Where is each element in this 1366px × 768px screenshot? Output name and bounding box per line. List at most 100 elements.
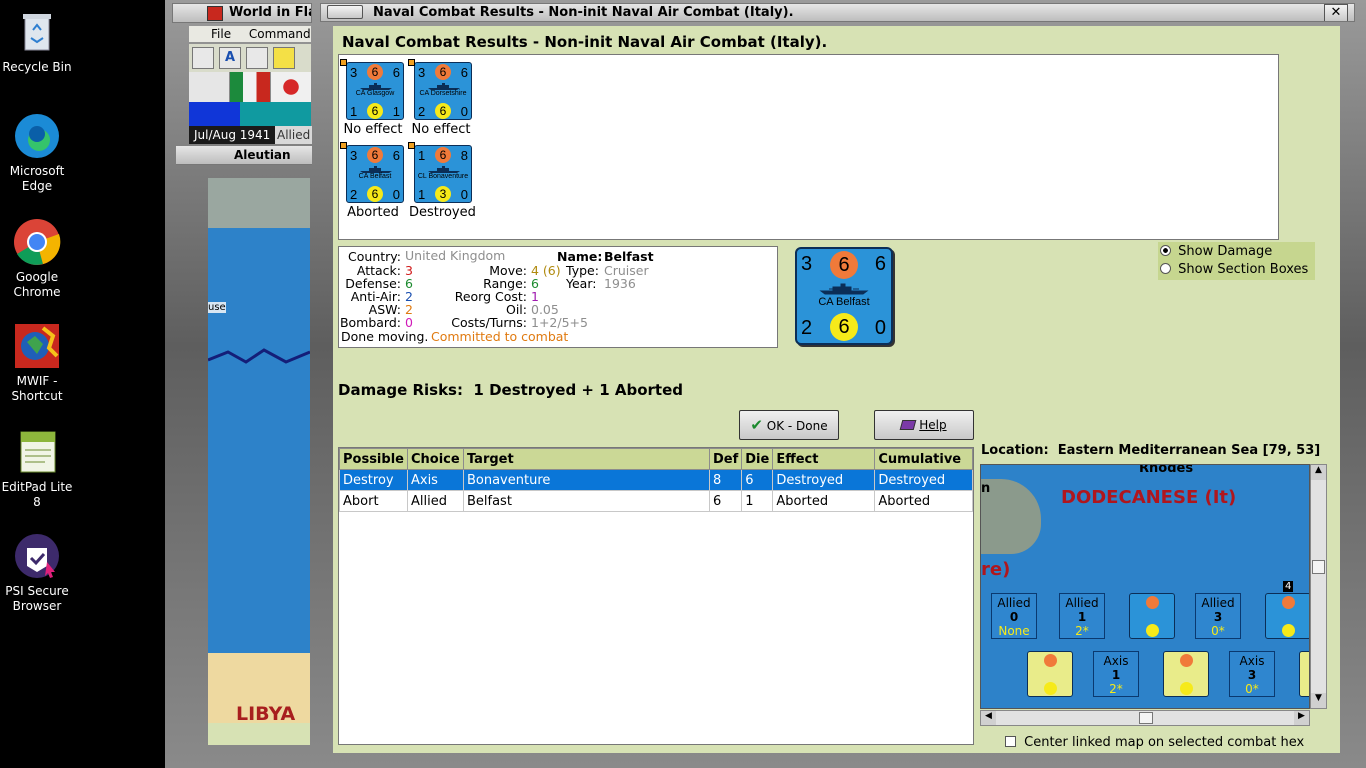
map-vertical-scrollbar[interactable]: ▲ ▼ <box>1310 464 1327 709</box>
main-window-title: World in Flames <box>229 5 311 20</box>
desktop-icon-recycle-bin[interactable]: Recycle Bin <box>0 8 74 75</box>
help-label: Help <box>919 418 947 432</box>
map-tool-icon[interactable] <box>273 47 295 69</box>
box-sub: 2* <box>1109 682 1123 696</box>
cell-choice[interactable]: Axis <box>406 469 464 491</box>
col-target[interactable]: Target <box>462 448 710 470</box>
allied-combat-box[interactable]: Allied 0 None <box>991 593 1037 639</box>
costs-value: 1+2/5+5 <box>531 315 588 330</box>
table-row[interactable]: Abort Allied Belfast 6 1 Aborted Aborted <box>339 490 973 512</box>
center-map-checkbox[interactable]: Center linked map on selected combat hex <box>1005 735 1304 750</box>
book-icon <box>900 420 917 430</box>
ok-done-button[interactable]: ✔ OK - Done <box>739 410 839 440</box>
box-number: 3 <box>1213 610 1223 624</box>
map-unit-counter[interactable] <box>1129 593 1175 639</box>
region-label: DODECANESE (It) <box>1061 487 1237 508</box>
desktop-icon-edge[interactable]: Microsoft Edge <box>0 112 74 194</box>
menu-file[interactable]: File <box>211 27 231 41</box>
help-button[interactable]: Help <box>874 410 974 440</box>
box-sub: 0* <box>1211 624 1225 638</box>
hscroll-thumb[interactable] <box>1139 712 1153 724</box>
bombard-label: Bombard: <box>339 315 401 330</box>
col-cumulative[interactable]: Cumulative <box>874 448 973 470</box>
desktop-icon-label: Microsoft Edge <box>9 164 65 193</box>
center-map-label: Center linked map on selected combat hex <box>1024 735 1305 750</box>
cell-effect: Destroyed <box>772 469 876 491</box>
col-def[interactable]: Def <box>708 448 743 470</box>
axis-combat-box[interactable]: Axis 1 2* <box>1093 651 1139 697</box>
desktop-icon-label: Google Chrome <box>13 270 61 299</box>
box-side: Allied <box>997 596 1031 610</box>
counter-defense: 6 <box>435 64 451 80</box>
unit-counter[interactable]: 3 6 6 CA Dorsetshire 2 6 0 <box>414 62 472 120</box>
counter-asw: 0 <box>874 317 886 339</box>
map-unit-counter[interactable] <box>1299 651 1309 697</box>
cell-die: 1 <box>741 490 774 512</box>
map-horizontal-scrollbar[interactable]: ◀ ▶ <box>980 710 1310 726</box>
box-sub: 0* <box>1245 682 1259 696</box>
col-choice[interactable]: Choice <box>406 448 464 470</box>
desktop-icon-label: Recycle Bin <box>2 60 72 74</box>
allied-flag-icon[interactable] <box>189 72 229 102</box>
show-damage-radio[interactable]: Show Damage <box>1160 244 1272 259</box>
background-map: use LIBYA <box>208 178 310 723</box>
unit-counter[interactable]: 3 6 6 CA Belfast 2 6 0 <box>346 145 404 203</box>
table-row[interactable]: Destroy Axis Bonaventure 8 6 Destroyed D… <box>339 469 973 491</box>
show-damage-label: Show Damage <box>1178 244 1273 259</box>
map-unit-counter[interactable] <box>1027 651 1073 697</box>
scroll-right-icon[interactable]: ▶ <box>1294 711 1309 725</box>
name-value: Belfast <box>604 249 654 264</box>
counter-anti-air: 1 <box>350 104 358 119</box>
desktop-icon-psi[interactable]: PSI Secure Browser <box>0 532 74 614</box>
dialog-titlebar[interactable]: Naval Combat Results - Non-init Naval Ai… <box>320 3 1355 22</box>
cell-possible: Abort <box>339 490 408 512</box>
col-die[interactable]: Die <box>741 448 774 470</box>
map-panel-titlebar[interactable]: Aleutian <box>176 146 312 165</box>
col-effect[interactable]: Effect <box>772 448 876 470</box>
counter-bottom-circle <box>1282 624 1295 637</box>
show-sections-radio[interactable]: Show Section Boxes <box>1160 262 1308 277</box>
flags-row <box>189 72 311 102</box>
allied-combat-box[interactable]: Allied 3 0* <box>1195 593 1241 639</box>
scroll-up-icon[interactable]: ▲ <box>1311 465 1326 480</box>
text-tool-icon[interactable]: A <box>219 47 241 69</box>
stack-count-badge: 4 <box>1283 581 1294 592</box>
counter-movement: 6 <box>830 313 858 341</box>
box-side: Axis <box>1103 654 1129 668</box>
desktop-icon-chrome[interactable]: Google Chrome <box>0 218 74 300</box>
system-menu-icon[interactable] <box>327 5 363 19</box>
counter-attack: 3 <box>350 148 358 163</box>
counter-bottom-circle <box>1146 624 1159 637</box>
box-side: Axis <box>1239 654 1265 668</box>
gear-tool-icon[interactable] <box>246 47 268 69</box>
scroll-down-icon[interactable]: ▼ <box>1311 693 1326 708</box>
map-unit-counter[interactable] <box>1163 651 1209 697</box>
map-unit-counter[interactable] <box>1265 593 1309 639</box>
japan-flag-icon[interactable] <box>271 72 311 102</box>
italy-flag-icon[interactable] <box>230 72 270 102</box>
unit-result-label: Aborted <box>347 205 399 220</box>
menu-command[interactable]: Command <box>249 27 311 41</box>
allied-combat-box[interactable]: Allied 1 2* <box>1059 593 1105 639</box>
map-bottom-strip <box>208 723 310 745</box>
re-label: re) <box>981 559 1011 580</box>
unit-counter[interactable]: 1 6 8 CL Bonaventure 1 3 0 <box>414 145 472 203</box>
unit-tool-icon[interactable] <box>192 47 214 69</box>
cell-target: Bonaventure <box>462 469 710 491</box>
box-sub: None <box>998 624 1030 638</box>
axis-combat-box[interactable]: Axis 3 0* <box>1229 651 1275 697</box>
land-area <box>208 178 310 228</box>
main-menubar: File Command <box>189 26 311 42</box>
side-color-bar <box>189 102 311 126</box>
close-icon[interactable]: ✕ <box>1324 4 1348 21</box>
scroll-thumb[interactable] <box>1312 560 1325 574</box>
phasing-side: Allied <box>275 126 313 144</box>
desktop-icon-mwif[interactable]: MWIF - Shortcut <box>0 322 74 404</box>
main-window-titlebar[interactable]: World in Flames <box>172 3 312 23</box>
checkmark-icon: ✔ <box>750 416 763 434</box>
cell-choice[interactable]: Allied <box>406 490 464 512</box>
unit-counter[interactable]: 3 6 6 CA Glasgow 1 6 1 <box>346 62 404 120</box>
scroll-left-icon[interactable]: ◀ <box>981 711 996 725</box>
desktop-icon-editpad[interactable]: EditPad Lite 8 <box>0 428 74 510</box>
col-possible[interactable]: Possible <box>339 448 408 470</box>
